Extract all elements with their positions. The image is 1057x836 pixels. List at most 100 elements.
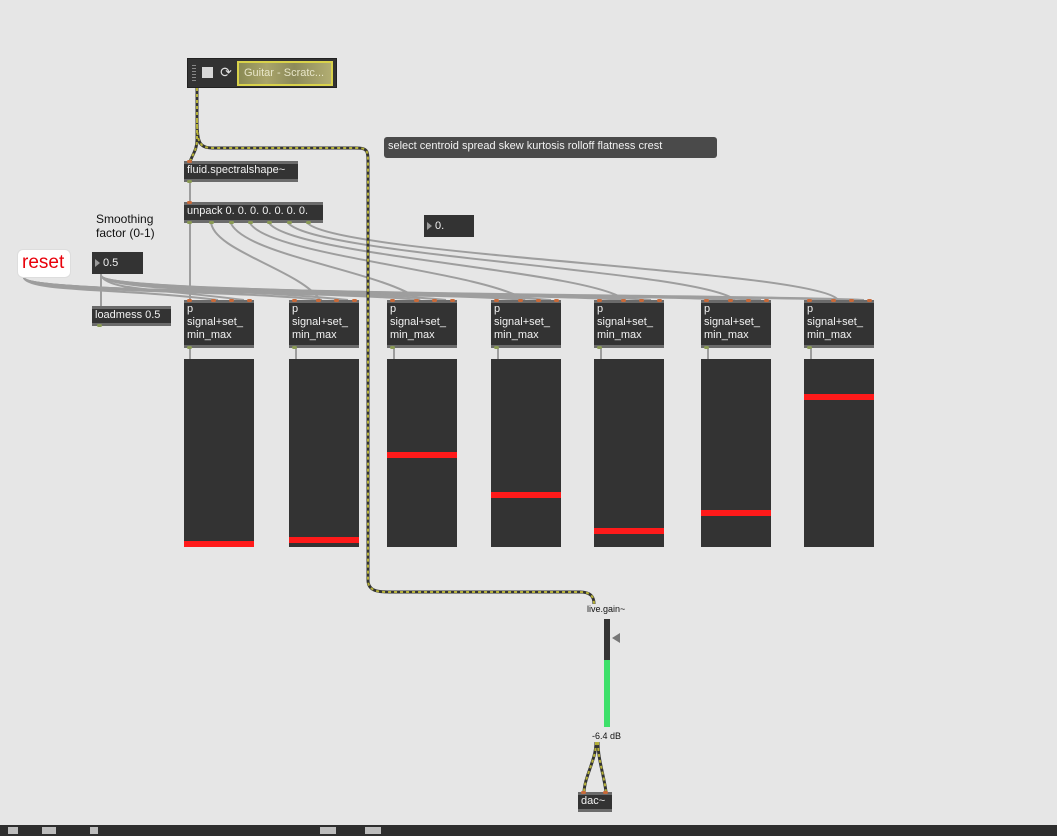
inlet[interactable] <box>187 299 192 302</box>
inlet[interactable] <box>494 299 499 302</box>
inlet[interactable] <box>849 299 854 302</box>
inlet[interactable] <box>621 299 626 302</box>
inlet[interactable] <box>728 299 733 302</box>
gain-meter[interactable] <box>604 619 610 727</box>
feature-meter[interactable] <box>701 359 771 547</box>
feature-meter[interactable] <box>184 359 254 547</box>
subpatcher-signal-set-min-max[interactable]: p signal+set_ min_max <box>184 299 254 349</box>
inlet[interactable] <box>807 299 812 302</box>
inlet[interactable] <box>187 201 192 204</box>
loop-icon[interactable]: ⟳ <box>219 64 233 80</box>
subpatcher-label: p signal+set_ min_max <box>704 303 760 341</box>
inlet[interactable] <box>764 299 769 302</box>
inlet[interactable] <box>831 299 836 302</box>
outlet[interactable] <box>97 324 102 327</box>
inlet[interactable] <box>187 160 192 163</box>
feature-select-text: select centroid spread skew kurtosis rol… <box>388 140 663 152</box>
inlet[interactable] <box>352 299 357 302</box>
inlet[interactable] <box>536 299 541 302</box>
unpack-object[interactable]: unpack 0. 0. 0. 0. 0. 0. 0. <box>184 201 323 224</box>
toolbar-icon[interactable] <box>365 827 381 834</box>
inlet[interactable] <box>292 299 297 302</box>
outlet[interactable] <box>267 221 272 224</box>
smoothing-number-box[interactable]: 0.5 <box>92 252 143 274</box>
outlet[interactable] <box>597 346 602 349</box>
subpatcher-signal-set-min-max[interactable]: p signal+set_ min_max <box>804 299 874 349</box>
feature-meter[interactable] <box>289 359 359 547</box>
live-gain[interactable]: live.gain~ -6.4 dB <box>570 603 650 743</box>
outlet[interactable] <box>209 221 214 224</box>
subpatcher-label: p signal+set_ min_max <box>597 303 653 341</box>
inlet[interactable] <box>450 299 455 302</box>
gain-meter-level <box>604 660 610 727</box>
outlet[interactable] <box>494 346 499 349</box>
inlet[interactable] <box>746 299 751 302</box>
inlet[interactable] <box>603 791 608 794</box>
number-arrow-icon <box>427 222 432 230</box>
outlet[interactable] <box>807 346 812 349</box>
feature-meter[interactable] <box>594 359 664 547</box>
inlet[interactable] <box>657 299 662 302</box>
inlet[interactable] <box>334 299 339 302</box>
outlet[interactable] <box>390 346 395 349</box>
playlist-file-clip[interactable]: Guitar - Scratc... <box>237 61 333 86</box>
spectralshape-object[interactable]: fluid.spectralshape~ <box>184 160 298 183</box>
reset-button[interactable]: reset <box>18 250 70 277</box>
inlet[interactable] <box>867 299 872 302</box>
outlet[interactable] <box>292 346 297 349</box>
subpatcher-label: p signal+set_ min_max <box>390 303 446 341</box>
subpatcher-signal-set-min-max[interactable]: p signal+set_ min_max <box>289 299 359 349</box>
inlet[interactable] <box>554 299 559 302</box>
feature-select-message[interactable]: select centroid spread skew kurtosis rol… <box>384 137 717 158</box>
meter-level-marker <box>804 394 874 400</box>
toolbar-icon[interactable] <box>90 827 98 834</box>
outlet[interactable] <box>187 346 192 349</box>
inlet[interactable] <box>518 299 523 302</box>
meter-level-marker <box>289 537 359 543</box>
bottom-toolbar <box>0 825 1057 836</box>
outlet[interactable] <box>287 221 292 224</box>
inlet[interactable] <box>639 299 644 302</box>
inlet[interactable] <box>581 791 586 794</box>
toolbar-icon[interactable] <box>42 827 56 834</box>
subpatcher-label: p signal+set_ min_max <box>292 303 348 341</box>
inlet[interactable] <box>229 299 234 302</box>
loadmess-object[interactable]: loadmess 0.5 <box>92 306 171 327</box>
inlet[interactable] <box>316 299 321 302</box>
inlet[interactable] <box>704 299 709 302</box>
subpatcher-label: p signal+set_ min_max <box>494 303 550 341</box>
inlet[interactable] <box>211 299 216 302</box>
meter-level-marker <box>701 510 771 516</box>
toolbar-icon[interactable] <box>320 827 336 834</box>
outlet[interactable] <box>187 180 192 183</box>
inlet[interactable] <box>390 299 395 302</box>
subpatcher-signal-set-min-max[interactable]: p signal+set_ min_max <box>701 299 771 349</box>
feature-meter[interactable] <box>491 359 561 547</box>
gain-readout: -6.4 dB <box>592 731 622 741</box>
playlist-object[interactable]: ⟳ Guitar - Scratc... <box>187 58 337 88</box>
feature-meter[interactable] <box>387 359 457 547</box>
drag-handle-icon[interactable] <box>192 65 196 81</box>
toolbar-icon[interactable] <box>8 827 18 834</box>
meter-level-marker <box>594 528 664 534</box>
unpack-label: unpack 0. 0. 0. 0. 0. 0. 0. <box>187 205 309 217</box>
inlet[interactable] <box>247 299 252 302</box>
subpatcher-signal-set-min-max[interactable]: p signal+set_ min_max <box>594 299 664 349</box>
outlet[interactable] <box>187 221 192 224</box>
subpatcher-signal-set-min-max[interactable]: p signal+set_ min_max <box>491 299 561 349</box>
dac-object[interactable]: dac~ <box>578 791 612 812</box>
feature-meter[interactable] <box>804 359 874 547</box>
outlet[interactable] <box>704 346 709 349</box>
outlet[interactable] <box>229 221 234 224</box>
stop-icon[interactable] <box>202 67 213 78</box>
dac-label: dac~ <box>581 795 606 807</box>
float-number-box[interactable]: 0. <box>424 215 474 237</box>
outlet[interactable] <box>306 221 311 224</box>
inlet[interactable] <box>414 299 419 302</box>
playlist-file-label: Guitar - Scratc... <box>244 67 325 79</box>
inlet[interactable] <box>597 299 602 302</box>
gain-slider-handle-icon[interactable] <box>612 633 620 643</box>
inlet[interactable] <box>432 299 437 302</box>
subpatcher-signal-set-min-max[interactable]: p signal+set_ min_max <box>387 299 457 349</box>
outlet[interactable] <box>248 221 253 224</box>
